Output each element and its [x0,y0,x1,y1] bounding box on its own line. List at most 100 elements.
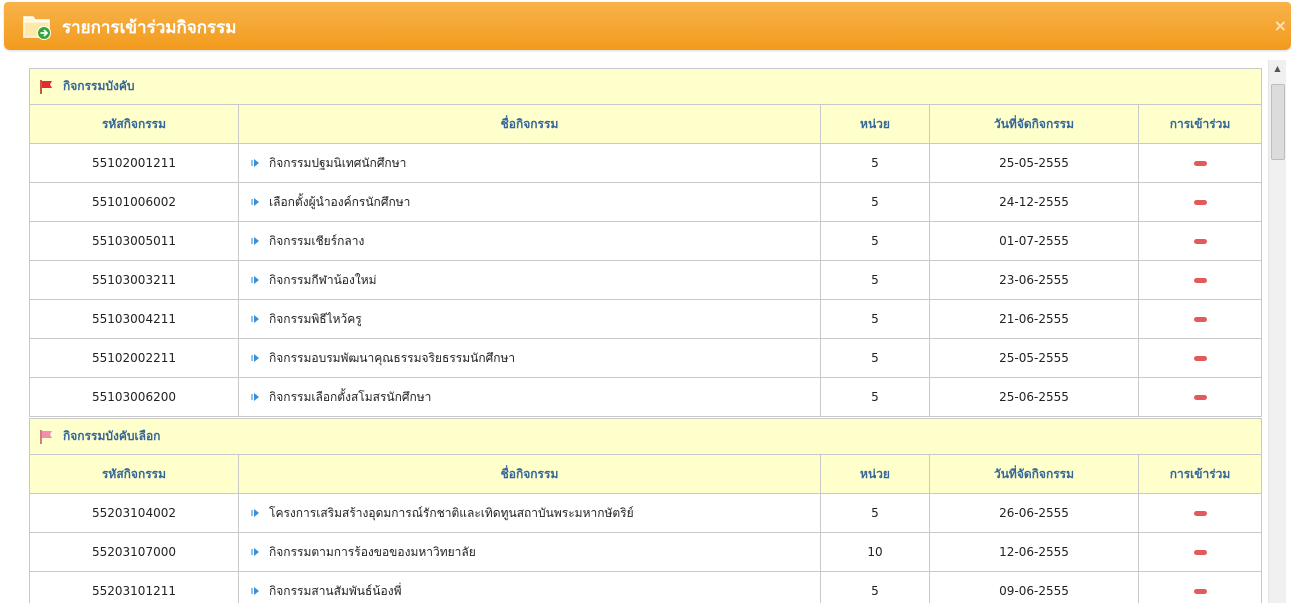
col-header-date: วันที่จัดกิจกรรม [929,454,1139,494]
dialog-content: กิจกรรมบังคับ รหัสกิจกรรม ชื่อกิจกรรม หน… [0,52,1268,603]
table-row: 55203104002 โครงการเสริมสร้างอุดมการณ์รั… [29,493,1263,533]
activity-date: 01-07-2555 [929,221,1139,261]
col-header-code: รหัสกิจกรรม [29,454,239,494]
close-icon[interactable]: × [1274,16,1287,35]
table-row: 55102002211 กิจกรรมอบรมพัฒนาคุณธรรมจริยธ… [29,338,1263,378]
activity-code: 55203101211 [29,571,239,603]
attend-cell [1137,338,1263,378]
activity-units: 5 [820,260,930,300]
attend-cell [1137,493,1263,533]
activity-date: 25-05-2555 [929,338,1139,378]
pink-flag-icon [40,429,52,444]
attend-cell [1137,260,1263,300]
activity-units: 5 [820,338,930,378]
activity-units: 5 [820,571,930,603]
scroll-up-icon[interactable]: ▲ [1269,60,1286,77]
col-header-code: รหัสกิจกรรม [29,104,239,144]
arrow-right-icon [251,276,259,284]
table-row: 55101006002 เลือกตั้งผู้นำองค์กรนักศึกษา… [29,182,1263,222]
activity-name-cell[interactable]: กิจกรรมอบรมพัฒนาคุณธรรมจริยธรรมนักศึกษา [238,338,821,378]
activity-code: 55203104002 [29,493,239,533]
activity-name: กิจกรรมเชียร์กลาง [269,233,365,248]
activity-name: กิจกรรมปฐมนิเทศนักศึกษา [269,155,407,170]
activity-code: 55203107000 [29,532,239,572]
minus-icon [1193,161,1207,166]
activity-name: กิจกรรมพิธีไหว้ครู [269,311,362,326]
minus-icon [1193,589,1207,594]
activity-code: 55102001211 [29,143,239,183]
section-header: กิจกรรมบังคับ [28,68,1263,105]
arrow-right-icon [251,587,259,595]
arrow-right-icon [251,237,259,245]
activity-code: 55102002211 [29,338,239,378]
activity-code: 55103004211 [29,299,239,339]
arrow-right-icon [251,315,259,323]
col-header-units: หน่วย [820,104,930,144]
minus-icon [1193,550,1207,555]
table-row: 55103005011 กิจกรรมเชียร์กลาง 5 01-07-25… [29,221,1263,261]
col-header-name: ชื่อกิจกรรม [238,454,821,494]
attend-cell [1137,299,1263,339]
col-header-attend: การเข้าร่วม [1137,104,1263,144]
activity-name-cell[interactable]: กิจกรรมกีฬาน้องใหม่ [238,260,821,300]
activity-name: กิจกรรมสานสัมพันธ์น้องพี่ [269,583,402,598]
attend-cell [1137,221,1263,261]
activity-code: 55103006200 [29,377,239,417]
minus-icon [1193,317,1207,322]
activity-code: 55103005011 [29,221,239,261]
activity-name: กิจกรรมอบรมพัฒนาคุณธรรมจริยธรรมนักศึกษา [269,350,516,365]
elective-compulsory-activities-table: กิจกรรมบังคับเลือก รหัสกิจกรรม ชื่อกิจกร… [28,418,1263,603]
activity-name-cell[interactable]: กิจกรรมเลือกตั้งสโมสรนักศึกษา [238,377,821,417]
section-title: กิจกรรมบังคับ [63,79,135,93]
col-header-units: หน่วย [820,454,930,494]
minus-icon [1193,278,1207,283]
arrow-right-icon [251,159,259,167]
activity-units: 5 [820,182,930,222]
table-row: 55203101211 กิจกรรมสานสัมพันธ์น้องพี่ 5 … [29,571,1263,603]
dialog-title: รายการเข้าร่วมกิจกรรม [62,18,237,38]
column-header-row: รหัสกิจกรรม ชื่อกิจกรรม หน่วย วันที่จัดก… [29,104,1263,144]
table-row: 55203107000 กิจกรรมตามการร้องขอของมหาวิท… [29,532,1263,572]
activity-name-cell[interactable]: กิจกรรมพิธีไหว้ครู [238,299,821,339]
activity-date: 26-06-2555 [929,493,1139,533]
vertical-scrollbar[interactable]: ▲ [1268,60,1286,603]
activity-code: 55103003211 [29,260,239,300]
activity-date: 23-06-2555 [929,260,1139,300]
activity-date: 25-05-2555 [929,143,1139,183]
activity-name-cell[interactable]: กิจกรรมตามการร้องขอของมหาวิทยาลัย [238,532,821,572]
arrow-right-icon [251,548,259,556]
activity-name-cell[interactable]: เลือกตั้งผู้นำองค์กรนักศึกษา [238,182,821,222]
table-row: 55103004211 กิจกรรมพิธีไหว้ครู 5 21-06-2… [29,299,1263,339]
col-header-name: ชื่อกิจกรรม [238,104,821,144]
activity-name-cell[interactable]: โครงการเสริมสร้างอุดมการณ์รักชาติและเทิด… [238,493,821,533]
activity-name: โครงการเสริมสร้างอุดมการณ์รักชาติและเทิด… [269,505,634,520]
folder-arrow-icon [23,16,51,40]
activity-name-cell[interactable]: กิจกรรมสานสัมพันธ์น้องพี่ [238,571,821,603]
compulsory-activities-table: กิจกรรมบังคับ รหัสกิจกรรม ชื่อกิจกรรม หน… [28,68,1263,417]
activity-name-cell[interactable]: กิจกรรมเชียร์กลาง [238,221,821,261]
activity-units: 10 [820,532,930,572]
dialog-titlebar: รายการเข้าร่วมกิจกรรม × [0,0,1291,52]
arrow-right-icon [251,354,259,362]
activity-date: 21-06-2555 [929,299,1139,339]
minus-icon [1193,356,1207,361]
activity-date: 24-12-2555 [929,182,1139,222]
activity-units: 5 [820,493,930,533]
arrow-right-icon [251,198,259,206]
activity-code: 55101006002 [29,182,239,222]
attend-cell [1137,182,1263,222]
activity-name-cell[interactable]: กิจกรรมปฐมนิเทศนักศึกษา [238,143,821,183]
activity-name: เลือกตั้งผู้นำองค์กรนักศึกษา [269,194,411,209]
attend-cell [1137,377,1263,417]
table-row: 55103006200 กิจกรรมเลือกตั้งสโมสรนักศึกษ… [29,377,1263,417]
scrollbar-thumb[interactable] [1271,84,1285,160]
activity-date: 25-06-2555 [929,377,1139,417]
arrow-right-icon [251,393,259,401]
activity-name: กิจกรรมตามการร้องขอของมหาวิทยาลัย [269,544,476,559]
minus-icon [1193,395,1207,400]
minus-icon [1193,200,1207,205]
activity-units: 5 [820,221,930,261]
col-header-date: วันที่จัดกิจกรรม [929,104,1139,144]
activity-name: กิจกรรมกีฬาน้องใหม่ [269,272,377,287]
activity-units: 5 [820,143,930,183]
